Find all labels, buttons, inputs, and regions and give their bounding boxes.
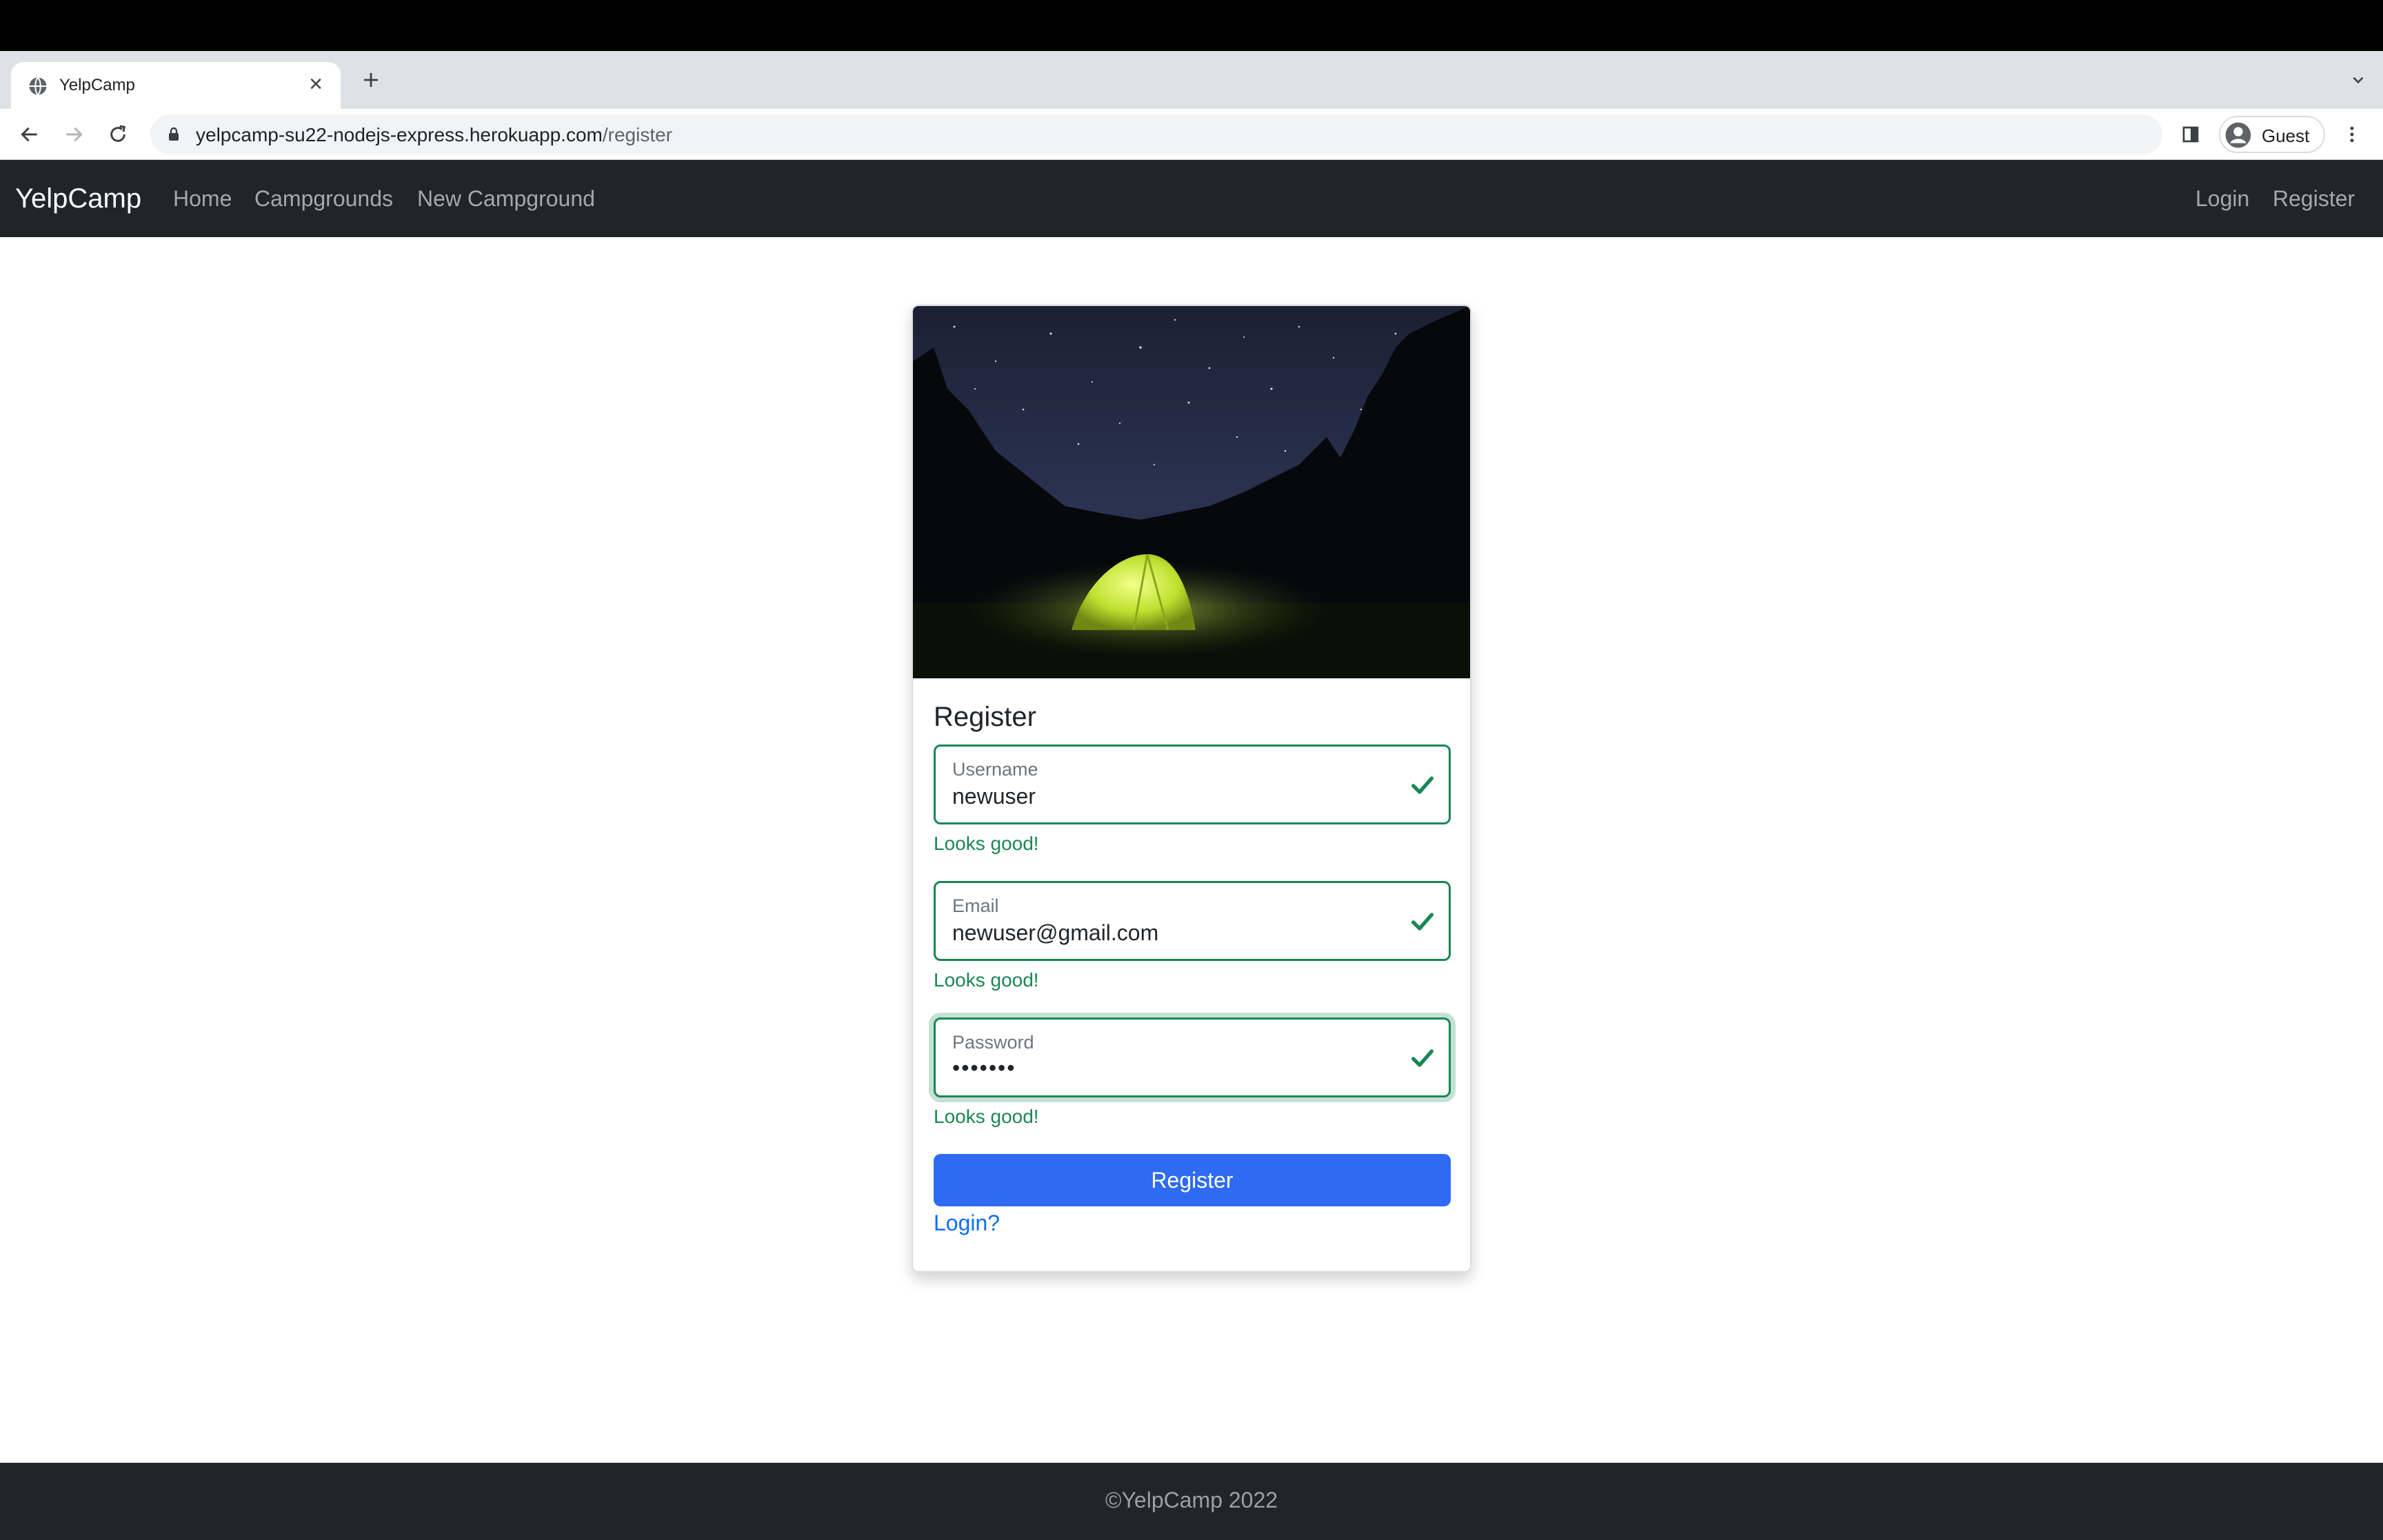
login-link[interactable]: Login? [934,1210,1000,1236]
profile-name: Guest [2262,125,2310,146]
tab-title: YelpCamp [59,76,135,94]
register-title: Register [934,702,1036,732]
close-icon[interactable]: × [303,71,328,97]
url-host: yelpcamp-su22-nodejs-express.herokuapp.c… [196,124,603,145]
arrow-left-icon[interactable] [14,119,46,150]
nav-link-campgrounds[interactable]: Campgrounds [254,186,393,212]
check-icon [1411,1049,1434,1067]
register-card: Register Username newuser Looks good! Em… [912,305,1471,1273]
password-field[interactable]: Password ••••••• [934,1017,1451,1097]
address-bar[interactable]: yelpcamp-su22-nodejs-express.herokuapp.c… [150,114,2162,154]
brand-link[interactable]: YelpCamp [15,183,141,214]
profile-button[interactable]: Guest [2219,116,2325,153]
chevron-down-icon[interactable] [2343,65,2373,95]
more-vert-icon[interactable] [2336,119,2368,150]
browser-toolbar: yelpcamp-su22-nodejs-express.herokuapp.c… [0,109,2383,160]
password-value: ••••••• [952,1055,1016,1080]
tent-under-night-sky-image [913,306,1470,678]
nav-link-register[interactable]: Register [2273,186,2355,212]
email-feedback: Looks good! [934,969,1039,991]
check-icon [1411,776,1434,794]
lock-icon [169,127,179,141]
footer-copyright: ©YelpCamp 2022 [1105,1488,1278,1512]
os-top-bar [0,0,2383,51]
username-field[interactable]: Username newuser [934,744,1451,824]
app-navbar: YelpCamp Home Campgrounds New Campground… [0,160,2383,237]
avatar-icon [2225,122,2251,148]
side-panel-icon[interactable] [2175,119,2206,150]
username-feedback: Looks good! [934,833,1039,854]
email-field[interactable]: Email newuser@gmail.com [934,881,1451,961]
nav-link-new-campground[interactable]: New Campground [417,186,595,212]
register-button[interactable]: Register [934,1154,1451,1206]
check-icon [1411,913,1434,931]
page-footer: ©YelpCamp 2022 [0,1463,2383,1540]
username-label: Username [952,759,1038,780]
url-path: /register [602,124,673,145]
nav-link-home[interactable]: Home [173,186,232,212]
email-value: newuser@gmail.com [952,920,1159,945]
email-label: Email [952,895,999,916]
plus-icon[interactable] [356,65,386,95]
nav-link-login[interactable]: Login [2195,186,2249,212]
browser-tab[interactable]: YelpCamp × [11,62,341,109]
username-value: newuser [952,784,1036,809]
password-label: Password [952,1032,1034,1053]
password-feedback: Looks good! [934,1106,1039,1127]
arrow-right-icon[interactable] [58,119,90,150]
globe-icon [29,77,47,96]
browser-tab-strip: YelpCamp × [0,51,2383,109]
url-text: yelpcamp-su22-nodejs-express.herokuapp.c… [196,124,672,146]
reload-icon[interactable] [102,119,134,150]
